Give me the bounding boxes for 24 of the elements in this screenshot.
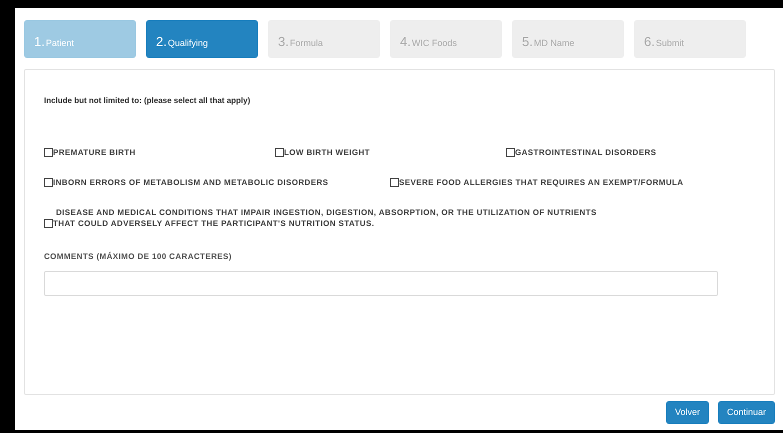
step-tab[interactable]: 6.Submit	[634, 20, 746, 58]
option-label: LOW BIRTH WEIGHT	[284, 147, 370, 158]
option-label: PREMATURE BIRTH	[53, 147, 136, 158]
nav-button[interactable]: Volver	[666, 401, 709, 424]
checkbox[interactable]	[506, 148, 515, 157]
option-label: THAT COULD ADVERSELY AFFECT THE PARTICIPANT'S NUTRITION STATUS.	[53, 218, 376, 229]
nav-button[interactable]: Continuar	[718, 401, 775, 424]
option-label: GASTROINTESTINAL DISORDERS	[515, 147, 656, 158]
option-label: DISEASE AND MEDICAL CONDITIONS THAT IMPAIR INGESTION, DIGESTION, ABSORPTION, OR THE UTILIZATION OF NUTRIENTS	[55, 207, 597, 218]
checkbox[interactable]	[44, 178, 53, 187]
option-label: SEVERE FOOD ALLERGIES THAT REQUIRES AN EXEMPT/FORMULA	[399, 177, 684, 188]
step-tab[interactable]: 4.WIC Foods	[390, 20, 502, 58]
checkbox[interactable]	[275, 148, 284, 157]
step-tab[interactable]: 3.Formula	[268, 20, 380, 58]
instructions-text: Include but not limited to: (please select all that apply)	[44, 95, 252, 107]
checkbox[interactable]	[44, 219, 53, 228]
checkbox[interactable]	[390, 178, 399, 187]
comments-label: COMMENTS (MÁXIMO DE 100 CARACTERES)	[44, 251, 233, 263]
checkbox[interactable]	[44, 148, 53, 157]
step-tab[interactable]: 5.MD Name	[512, 20, 624, 58]
comments-field[interactable]	[44, 271, 718, 296]
step-tab[interactable]: 1.Patient	[24, 20, 136, 58]
step-tab[interactable]: 2.Qualifying	[146, 20, 258, 58]
option-label: INBORN ERRORS OF METABOLISM AND METABOLIC DISORDERS	[53, 177, 328, 188]
